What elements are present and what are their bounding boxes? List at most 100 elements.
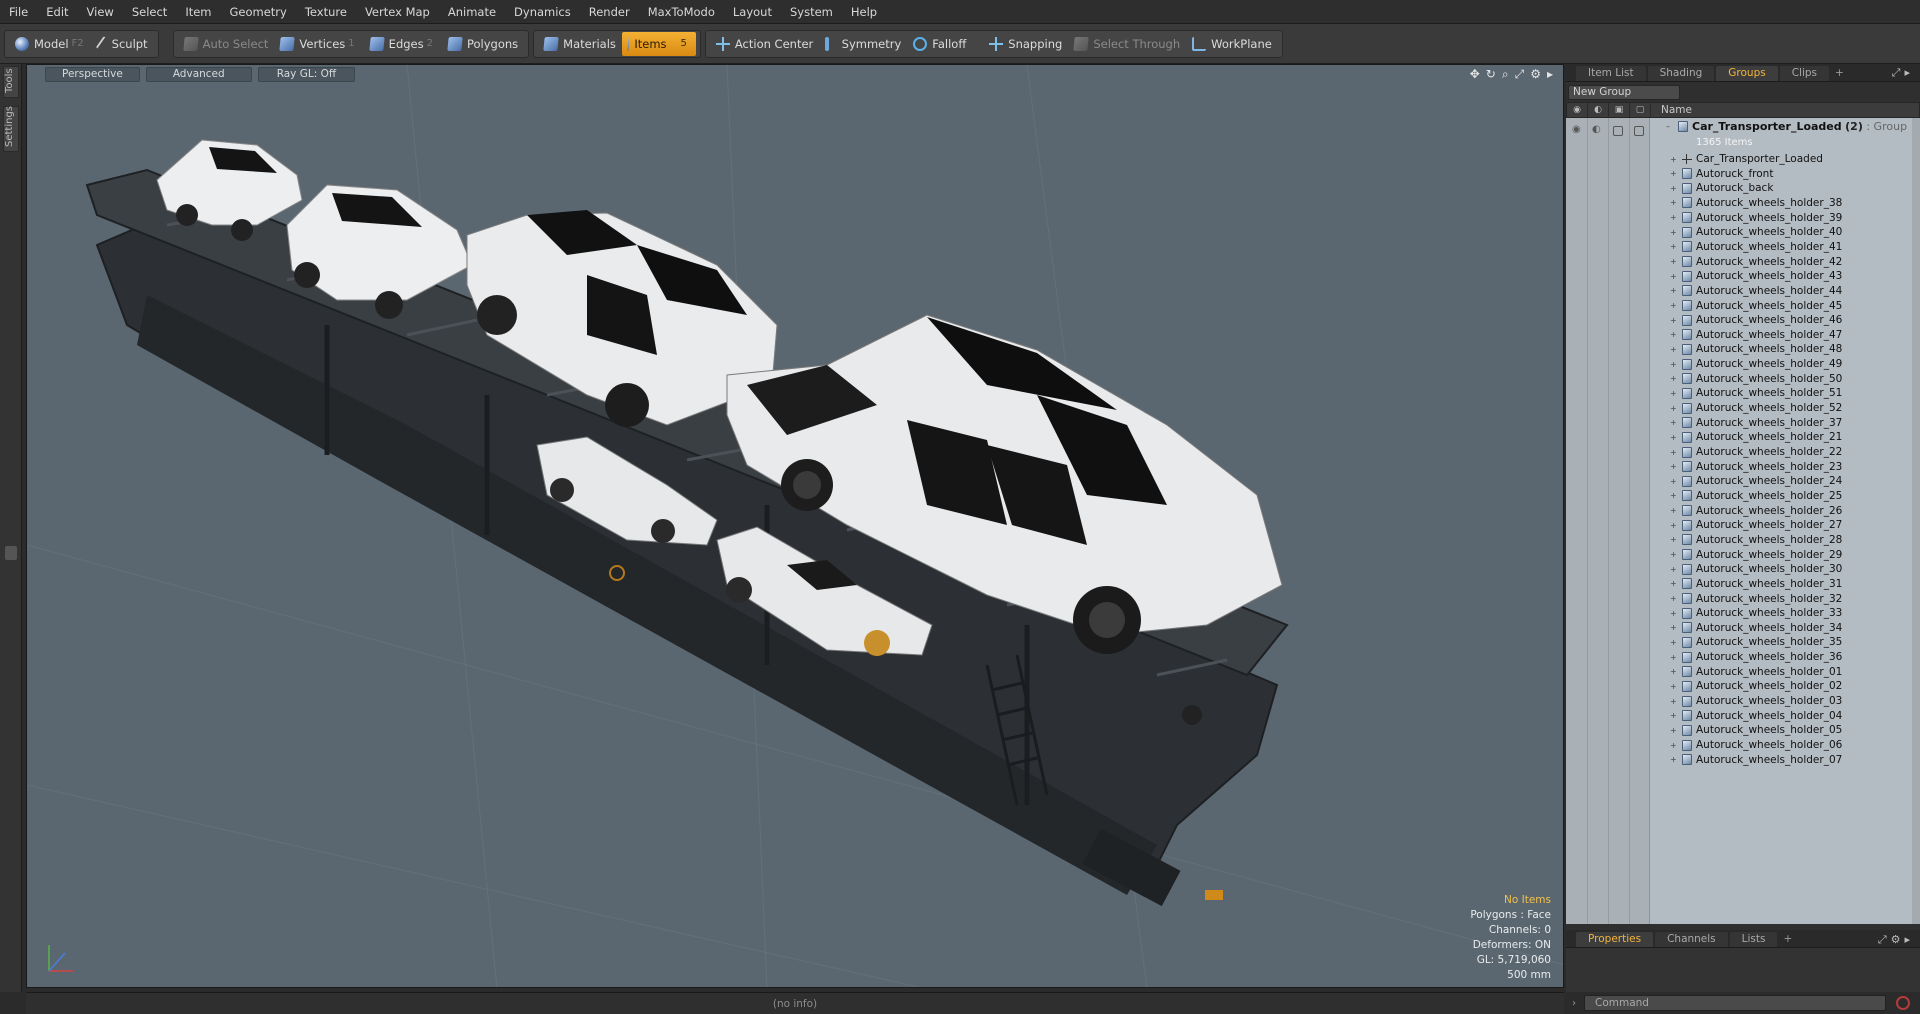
expand-icon[interactable]: + [1670, 286, 1678, 295]
zoom-icon[interactable]: ⌕ [1502, 67, 1509, 82]
3d-viewport[interactable]: Perspective Advanced Ray GL: Off ✥ ↻ ⌕ ⤢… [26, 64, 1564, 988]
vertices-button[interactable]: Vertices 1 [274, 32, 363, 56]
tree-item-row[interactable]: + Autoruck_wheels_holder_39 [1650, 211, 1920, 225]
expand-icon[interactable]: + [1670, 506, 1678, 515]
tree-item-row[interactable]: + Autoruck_wheels_holder_29 [1650, 548, 1920, 562]
sculpt-button[interactable]: Sculpt [93, 32, 154, 56]
menu-dynamics[interactable]: Dynamics [505, 0, 580, 24]
materials-button[interactable]: Materials [538, 32, 622, 56]
tree-item-row[interactable]: + Autoruck_wheels_holder_27 [1650, 518, 1920, 532]
shading-dropdown[interactable]: Advanced [145, 66, 252, 82]
tree-item-row[interactable]: + Autoruck_wheels_holder_49 [1650, 357, 1920, 371]
name-column-header[interactable]: Name [1651, 104, 1692, 116]
tab-tools[interactable]: Tools [3, 66, 19, 98]
tree-item-row[interactable]: + Autoruck_wheels_holder_05 [1650, 723, 1920, 737]
tree-item-row[interactable]: + Autoruck_wheels_holder_28 [1650, 533, 1920, 547]
polygons-button[interactable]: Polygons [442, 32, 524, 56]
tab-settings[interactable]: Settings [3, 106, 19, 152]
expand-icon[interactable]: + [1670, 242, 1678, 251]
menu-edit[interactable]: Edit [37, 0, 77, 24]
tree-item-row[interactable]: + Autoruck_wheels_holder_45 [1650, 299, 1920, 313]
root-eye-icon[interactable]: ◉ [1572, 124, 1581, 135]
lock-column-icon[interactable]: ▣ [1609, 102, 1630, 118]
collapse-handle[interactable] [5, 546, 17, 560]
expand-icon[interactable]: + [1670, 477, 1678, 486]
tree-item-row[interactable]: + Autoruck_wheels_holder_40 [1650, 225, 1920, 239]
tree-item-row[interactable]: + Autoruck_wheels_holder_04 [1650, 709, 1920, 723]
expand-icon[interactable]: + [1670, 667, 1678, 676]
tree-item-row[interactable]: + Autoruck_wheels_holder_22 [1650, 445, 1920, 459]
group-root-row[interactable]: ◉ ◐ – Car_Transporter_Loaded (2) : Group… [1566, 118, 1920, 152]
tree-scrollbar[interactable] [1912, 118, 1920, 924]
menu-render[interactable]: Render [580, 0, 639, 24]
gear-icon[interactable]: ⚙ [1530, 67, 1541, 82]
perspective-dropdown[interactable]: Perspective [45, 66, 140, 82]
expand-icon[interactable]: + [1670, 418, 1678, 427]
tab-properties[interactable]: Properties [1576, 932, 1654, 947]
expand-icon[interactable]: + [1670, 404, 1678, 413]
maximize-icon[interactable]: ⤢ [1515, 67, 1525, 82]
command-arrow-icon[interactable]: › [1572, 998, 1576, 1009]
tree-item-row[interactable]: + Autoruck_wheels_holder_47 [1650, 328, 1920, 342]
expand-icon[interactable]: + [1670, 228, 1678, 237]
orbit-icon[interactable]: ↻ [1486, 67, 1496, 82]
menu-vertex-map[interactable]: Vertex Map [356, 0, 439, 24]
tree-item-row[interactable]: + Autoruck_wheels_holder_35 [1650, 635, 1920, 649]
tab-channels[interactable]: Channels [1655, 932, 1728, 947]
menu-geometry[interactable]: Geometry [221, 0, 296, 24]
expand-icon[interactable]: + [1670, 579, 1678, 588]
edges-button[interactable]: Edges 2 [364, 32, 442, 56]
tree-item-row[interactable]: + Autoruck_wheels_holder_37 [1650, 416, 1920, 430]
expand-icon[interactable]: + [1670, 697, 1678, 706]
expand-icon[interactable]: + [1670, 491, 1678, 500]
tree-item-row[interactable]: + Autoruck_wheels_holder_02 [1650, 679, 1920, 693]
expand-icon[interactable]: + [1670, 272, 1678, 281]
expand-icon[interactable]: + [1670, 389, 1678, 398]
workplane-button[interactable]: WorkPlane [1186, 32, 1278, 56]
command-input[interactable]: Command [1584, 995, 1886, 1011]
expand-icon[interactable]: + [1670, 433, 1678, 442]
tree-item-row[interactable]: + Autoruck_wheels_holder_38 [1650, 196, 1920, 210]
expand-icon[interactable]: + [1670, 565, 1678, 574]
tree-item-row[interactable]: + Autoruck_wheels_holder_43 [1650, 269, 1920, 283]
tab-clips[interactable]: Clips [1779, 66, 1830, 81]
tree-item-row[interactable]: + Autoruck_wheels_holder_48 [1650, 342, 1920, 356]
expand-icon[interactable]: + [1670, 257, 1678, 266]
tree-item-row[interactable]: + Autoruck_back [1650, 181, 1920, 195]
arrow-right-icon[interactable]: ▸ [1547, 67, 1553, 82]
tree-item-row[interactable]: + Autoruck_wheels_holder_42 [1650, 255, 1920, 269]
symmetry-button[interactable]: Symmetry [819, 32, 907, 56]
select-column-icon[interactable]: ▢ [1630, 102, 1651, 118]
action-center-button[interactable]: Action Center [710, 32, 819, 56]
expand-icon[interactable]: + [1670, 711, 1678, 720]
expand-icon[interactable]: + [1670, 535, 1678, 544]
expand-icon[interactable]: + [1670, 448, 1678, 457]
items-button[interactable]: Items 5 [621, 31, 696, 56]
expand-icon[interactable]: + [1670, 301, 1678, 310]
tree-item-row[interactable]: + Autoruck_wheels_holder_51 [1650, 386, 1920, 400]
expand-icon[interactable]: + [1670, 741, 1678, 750]
tree-item-row[interactable]: + Autoruck_wheels_holder_23 [1650, 460, 1920, 474]
root-render-icon[interactable]: ◐ [1592, 124, 1601, 135]
menu-animate[interactable]: Animate [439, 0, 505, 24]
expand-icon[interactable]: + [1670, 462, 1678, 471]
add-props-tab-plus-icon[interactable]: + [1779, 932, 1796, 947]
tree-item-row[interactable]: + Autoruck_wheels_holder_33 [1650, 606, 1920, 620]
snapping-button[interactable]: Snapping [983, 32, 1068, 56]
expand-icon[interactable]: + [1670, 609, 1678, 618]
expand-icon[interactable]: + [1670, 594, 1678, 603]
tab-shading[interactable]: Shading [1647, 66, 1715, 81]
raygl-dropdown[interactable]: Ray GL: Off [257, 66, 356, 82]
tree-item-row[interactable]: + Autoruck_wheels_holder_41 [1650, 240, 1920, 254]
expand-icon[interactable]: + [1670, 330, 1678, 339]
root-expand-icon[interactable]: – [1666, 122, 1670, 131]
expand-icon[interactable]: + [1670, 521, 1678, 530]
tree-item-row[interactable]: + Autoruck_wheels_holder_31 [1650, 577, 1920, 591]
props-options-icon[interactable]: ⤢⚙▸ [1878, 933, 1914, 947]
menu-system[interactable]: System [781, 0, 842, 24]
menu-layout[interactable]: Layout [724, 0, 781, 24]
tree-item-row[interactable]: + Autoruck_wheels_holder_07 [1650, 753, 1920, 767]
visibility-column-eye-icon[interactable]: ◉ [1567, 102, 1588, 118]
tree-item-row[interactable]: + Autoruck_wheels_holder_50 [1650, 372, 1920, 386]
tab-groups[interactable]: Groups [1716, 66, 1778, 81]
